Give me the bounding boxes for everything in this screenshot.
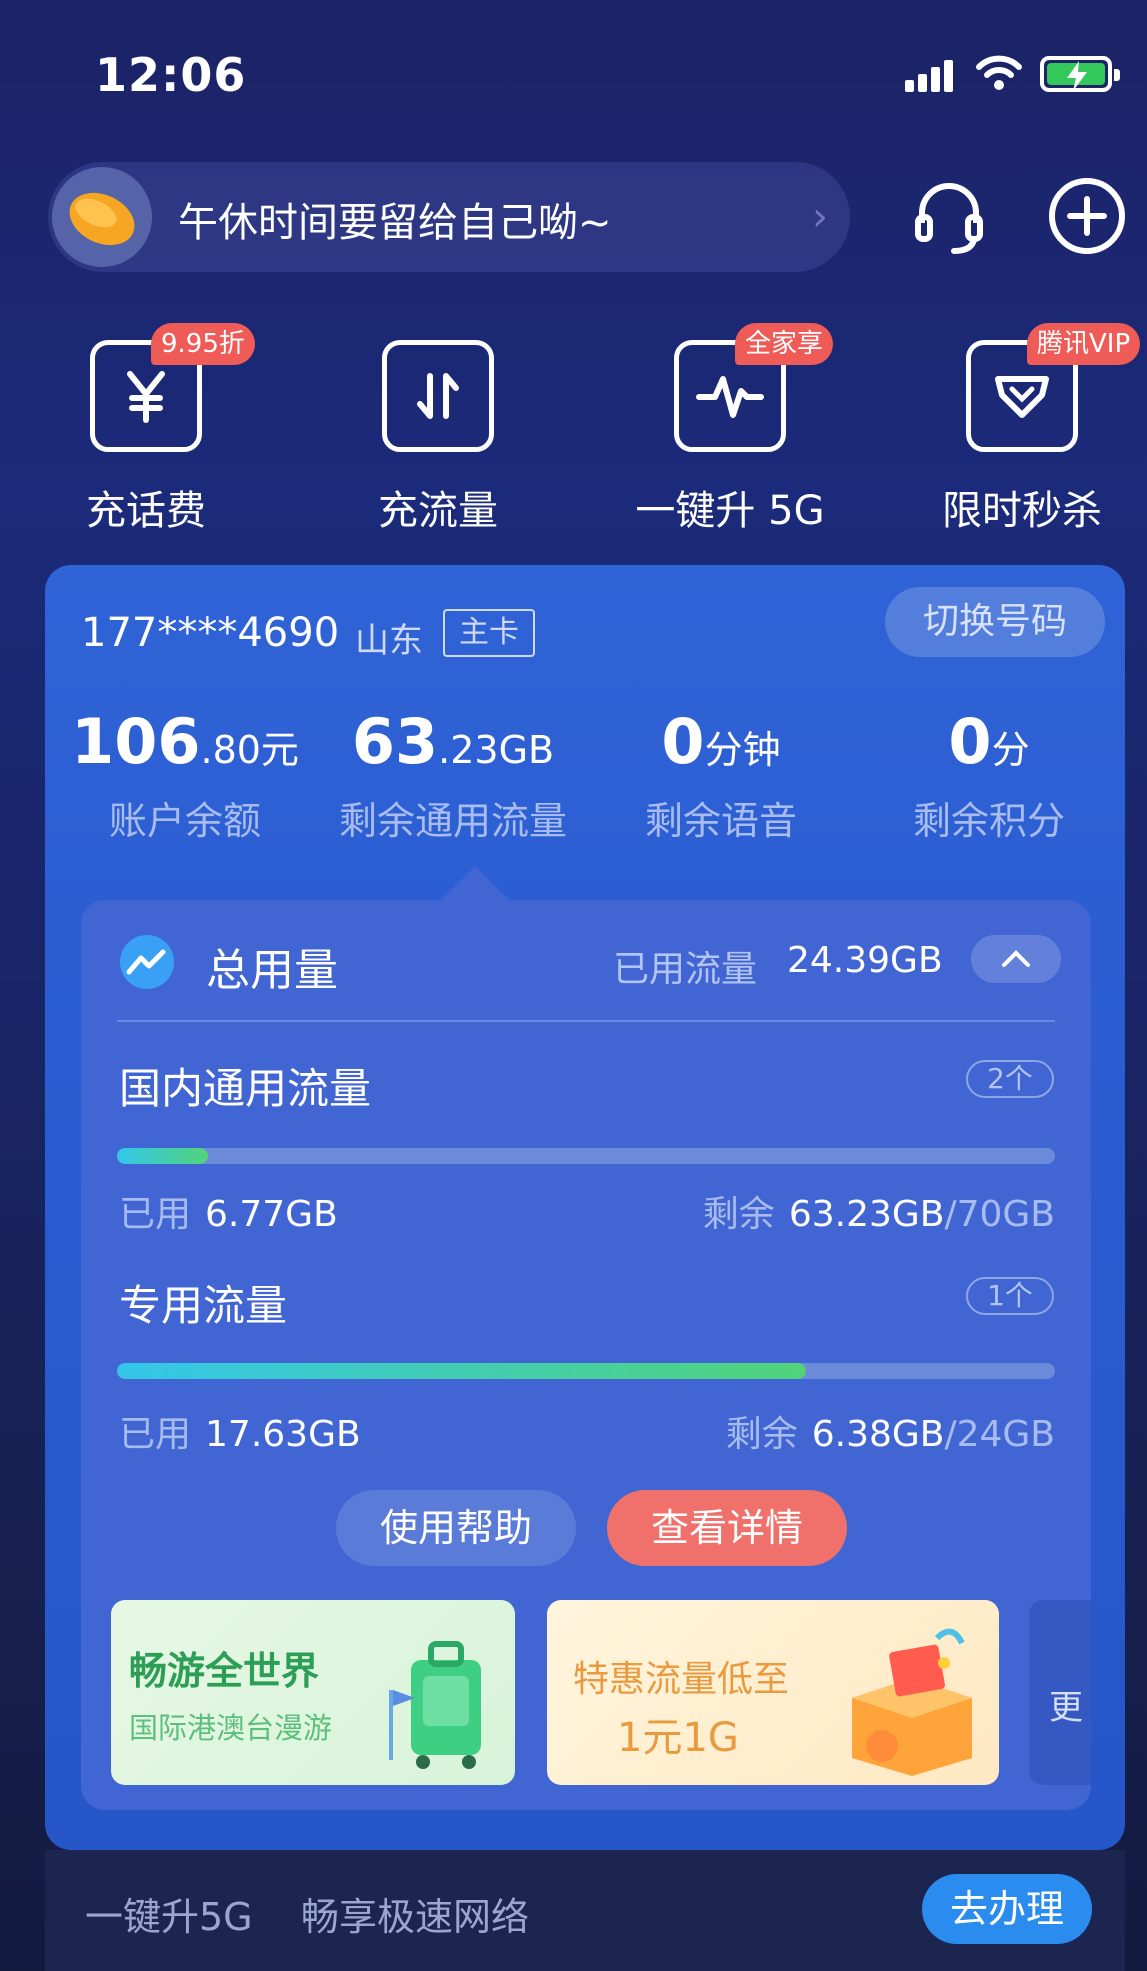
bean-mascot-icon (69, 192, 135, 246)
promo-title: 更 (1049, 1688, 1083, 1728)
avatar[interactable] (52, 167, 152, 267)
divider (117, 1020, 1055, 1022)
total-usage-title: 总用量 (206, 945, 338, 996)
yuan-icon: 9.95折 (90, 323, 255, 452)
suitcase-icon (389, 1641, 481, 1769)
stat-value: 63.23GB (351, 705, 555, 778)
stat-balance[interactable]: 106.80元 账户余额 (55, 705, 315, 845)
package-count-badge: 1个 (966, 1277, 1054, 1315)
vip-badge: 腾讯VIP (1027, 323, 1141, 365)
collapse-button[interactable] (971, 935, 1061, 983)
switch-number-button[interactable]: 切换号码 (885, 587, 1105, 657)
stat-remaining-data[interactable]: 63.23GB 剩余通用流量 (323, 705, 583, 845)
promo-subtitle: 1元1G (617, 1715, 739, 1761)
special-data-progress (117, 1363, 1055, 1379)
quick-action-label: 限时秒杀 (942, 488, 1102, 534)
used-data-label: 已用流量 (613, 949, 758, 990)
upgrade-5g-bar: 一键升5G 畅享极速网络 去办理 (45, 1850, 1125, 1971)
upgrade-5g-text: 一键升5G (85, 1895, 253, 1939)
chevron-right-icon: › (812, 194, 828, 240)
data-usage-icon (120, 935, 174, 989)
special-data-title: 专用流量 (119, 1281, 288, 1330)
domestic-used: 已用 6.77GB (119, 1194, 338, 1235)
status-bar: 12:06 (0, 0, 1147, 150)
quick-action-recharge-data[interactable]: 充流量 (338, 340, 538, 536)
usage-panel: 总用量 已用流量 24.39GB 国内通用流量 2个 已用 6.77GB 剩余 63… (81, 866, 1091, 1810)
phone-number: 177****4690 (81, 610, 340, 656)
battery-charging-icon (1040, 56, 1120, 92)
fast-network-text: 畅享极速网络 (301, 1895, 530, 1939)
domestic-data-title: 国内通用流量 (119, 1064, 372, 1113)
used-data-value: 24.39GB (787, 940, 943, 981)
clock: 12:06 (95, 48, 247, 102)
stat-label: 剩余语音 (644, 799, 797, 843)
cellular-signal-icon (905, 58, 953, 92)
usage-help-button[interactable]: 使用帮助 (336, 1490, 576, 1566)
quick-action-label: 充话费 (86, 488, 206, 534)
chevron-up-icon (1002, 950, 1030, 967)
wifi-icon (976, 55, 1022, 90)
main-card-tag: 主卡 (443, 609, 535, 657)
package-count-badge: 2个 (966, 1060, 1054, 1098)
quick-action-flash-sale[interactable]: 腾讯VIP 限时秒杀 (922, 323, 1141, 536)
account-card: 177****4690 山东 主卡 切换号码 106.80元 账户余额 63.2… (45, 565, 1125, 1850)
panel-pointer (441, 866, 509, 900)
greeting-banner[interactable]: 午休时间要留给自己呦~ › (48, 162, 850, 272)
pulse-icon: 全家享 (674, 323, 834, 452)
quick-action-label: 一键升 5G (635, 488, 825, 534)
greeting-text: 午休时间要留给自己呦~ (178, 200, 612, 246)
special-remaining: 剩余 6.38GB/24GB (725, 1414, 1055, 1455)
discount-badge: 9.95折 (151, 323, 255, 365)
quick-action-recharge-credit[interactable]: 9.95折 充话费 (46, 323, 255, 536)
promo-title: 特惠流量低至 (573, 1659, 790, 1700)
family-badge: 全家享 (735, 323, 834, 365)
promo-card-roaming[interactable]: 畅游全世界 国际港澳台漫游 (111, 1600, 515, 1785)
progress-fill (117, 1148, 208, 1164)
stat-label: 账户余额 (108, 799, 261, 843)
updown-arrows-icon (382, 340, 494, 452)
special-used: 已用 17.63GB (119, 1414, 361, 1455)
promo-title: 畅游全世界 (129, 1649, 320, 1693)
stat-value: 0分钟 (661, 705, 781, 778)
stat-value: 0分 (948, 705, 1030, 778)
diamond-icon: 腾讯VIP (966, 323, 1141, 452)
province: 山东 (355, 621, 423, 661)
plus-circle-icon[interactable] (1046, 175, 1128, 257)
headset-icon[interactable] (908, 175, 990, 257)
stat-label: 剩余积分 (912, 799, 1065, 843)
promo-card-discount-data[interactable]: 特惠流量低至 1元1G (547, 1600, 999, 1785)
view-details-button[interactable]: 查看详情 (607, 1490, 847, 1566)
quick-action-upgrade-5g[interactable]: 全家享 一键升 5G (630, 323, 834, 536)
gift-box-icon (852, 1628, 972, 1776)
promo-card-more[interactable]: 更 (1029, 1600, 1091, 1785)
domestic-remaining: 剩余 63.23GB/70GB (702, 1194, 1055, 1235)
quick-action-label: 充流量 (378, 488, 498, 534)
stat-remaining-points[interactable]: 0分 剩余积分 (859, 705, 1119, 845)
promo-subtitle: 国际港澳台漫游 (129, 1711, 333, 1745)
stat-value: 106.80元 (71, 705, 299, 778)
domestic-data-progress (117, 1148, 1055, 1164)
apply-button[interactable]: 去办理 (922, 1874, 1092, 1944)
stat-label: 剩余通用流量 (338, 799, 567, 843)
stat-remaining-voice[interactable]: 0分钟 剩余语音 (591, 705, 851, 845)
progress-fill (117, 1363, 807, 1379)
